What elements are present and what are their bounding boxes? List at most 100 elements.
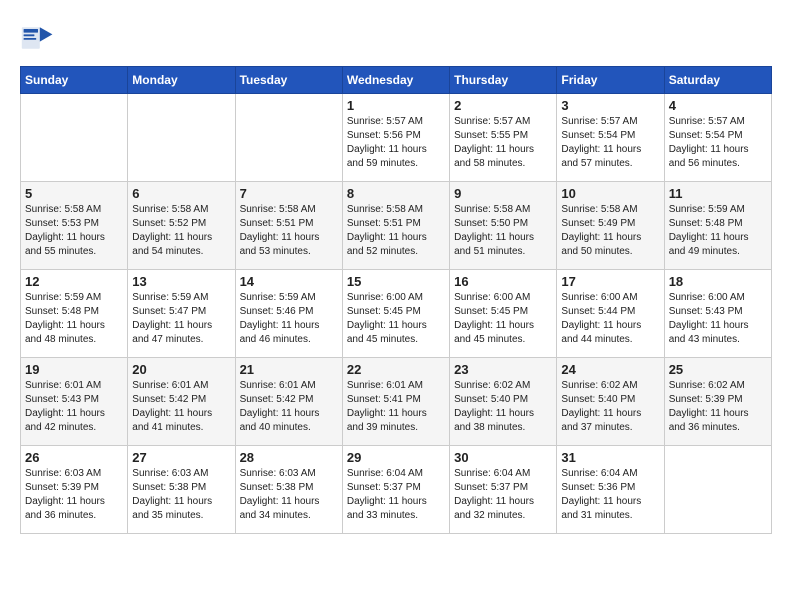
weekday-header-friday: Friday: [557, 67, 664, 94]
calendar-cell: 5 Sunrise: 5:58 AM Sunset: 5:53 PM Daylig…: [21, 182, 128, 270]
day-info: Sunrise: 5:58 AM Sunset: 5:53 PM Dayligh…: [25, 203, 123, 259]
day-number: 6: [132, 186, 230, 201]
day-info: Sunrise: 5:57 AM Sunset: 5:54 PM Dayligh…: [669, 115, 767, 171]
day-info: Sunrise: 5:58 AM Sunset: 5:49 PM Dayligh…: [561, 203, 659, 259]
day-info: Sunrise: 6:02 AM Sunset: 5:40 PM Dayligh…: [454, 379, 552, 435]
calendar-cell: 7 Sunrise: 5:58 AM Sunset: 5:51 PM Daylig…: [235, 182, 342, 270]
calendar-cell: 30 Sunrise: 6:04 AM Sunset: 5:37 PM Dayli…: [450, 446, 557, 534]
calendar-cell: [21, 94, 128, 182]
calendar-cell: 12 Sunrise: 5:59 AM Sunset: 5:48 PM Dayli…: [21, 270, 128, 358]
day-number: 21: [240, 362, 338, 377]
day-info: Sunrise: 6:01 AM Sunset: 5:41 PM Dayligh…: [347, 379, 445, 435]
calendar-cell: 31 Sunrise: 6:04 AM Sunset: 5:36 PM Dayli…: [557, 446, 664, 534]
calendar-week-row: 26 Sunrise: 6:03 AM Sunset: 5:39 PM Dayli…: [21, 446, 772, 534]
day-number: 28: [240, 450, 338, 465]
calendar-cell: 3 Sunrise: 5:57 AM Sunset: 5:54 PM Daylig…: [557, 94, 664, 182]
day-info: Sunrise: 5:58 AM Sunset: 5:51 PM Dayligh…: [347, 203, 445, 259]
day-info: Sunrise: 6:00 AM Sunset: 5:45 PM Dayligh…: [347, 291, 445, 347]
logo: [20, 20, 60, 56]
day-info: Sunrise: 5:57 AM Sunset: 5:54 PM Dayligh…: [561, 115, 659, 171]
day-info: Sunrise: 5:59 AM Sunset: 5:46 PM Dayligh…: [240, 291, 338, 347]
calendar-cell: 25 Sunrise: 6:02 AM Sunset: 5:39 PM Dayli…: [664, 358, 771, 446]
day-number: 15: [347, 274, 445, 289]
calendar-cell: 21 Sunrise: 6:01 AM Sunset: 5:42 PM Dayli…: [235, 358, 342, 446]
calendar-cell: [235, 94, 342, 182]
day-info: Sunrise: 5:57 AM Sunset: 5:55 PM Dayligh…: [454, 115, 552, 171]
day-info: Sunrise: 5:58 AM Sunset: 5:51 PM Dayligh…: [240, 203, 338, 259]
calendar-cell: 26 Sunrise: 6:03 AM Sunset: 5:39 PM Dayli…: [21, 446, 128, 534]
weekday-header-thursday: Thursday: [450, 67, 557, 94]
calendar-header-row: SundayMondayTuesdayWednesdayThursdayFrid…: [21, 67, 772, 94]
calendar-cell: 16Sunrise: 6:00 AM Sunset: 5:45 PM Dayli…: [450, 270, 557, 358]
day-number: 8: [347, 186, 445, 201]
day-number: 5: [25, 186, 123, 201]
day-number: 11: [669, 186, 767, 201]
calendar-cell: 13Sunrise: 5:59 AM Sunset: 5:47 PM Dayli…: [128, 270, 235, 358]
day-info: Sunrise: 5:59 AM Sunset: 5:47 PM Dayligh…: [132, 291, 230, 347]
page-header: [20, 20, 772, 56]
day-info: Sunrise: 5:58 AM Sunset: 5:50 PM Dayligh…: [454, 203, 552, 259]
calendar-cell: 29 Sunrise: 6:04 AM Sunset: 5:37 PM Dayli…: [342, 446, 449, 534]
weekday-header-sunday: Sunday: [21, 67, 128, 94]
day-info: Sunrise: 5:58 AM Sunset: 5:52 PM Dayligh…: [132, 203, 230, 259]
weekday-header-wednesday: Wednesday: [342, 67, 449, 94]
calendar-cell: 9 Sunrise: 5:58 AM Sunset: 5:50 PM Daylig…: [450, 182, 557, 270]
calendar-cell: 28 Sunrise: 6:03 AM Sunset: 5:38 PM Dayli…: [235, 446, 342, 534]
calendar-week-row: 1Sunrise: 5:57 AM Sunset: 5:56 PM Daylig…: [21, 94, 772, 182]
day-info: Sunrise: 6:02 AM Sunset: 5:39 PM Dayligh…: [669, 379, 767, 435]
calendar-cell: 8 Sunrise: 5:58 AM Sunset: 5:51 PM Daylig…: [342, 182, 449, 270]
logo-icon: [20, 20, 56, 56]
day-number: 10: [561, 186, 659, 201]
day-number: 18: [669, 274, 767, 289]
day-number: 31: [561, 450, 659, 465]
day-number: 14: [240, 274, 338, 289]
day-number: 19: [25, 362, 123, 377]
day-info: Sunrise: 6:01 AM Sunset: 5:43 PM Dayligh…: [25, 379, 123, 435]
calendar-cell: 2 Sunrise: 5:57 AM Sunset: 5:55 PM Daylig…: [450, 94, 557, 182]
calendar-cell: 24Sunrise: 6:02 AM Sunset: 5:40 PM Dayli…: [557, 358, 664, 446]
day-number: 22: [347, 362, 445, 377]
day-number: 1: [347, 98, 445, 113]
day-info: Sunrise: 6:03 AM Sunset: 5:38 PM Dayligh…: [240, 467, 338, 523]
calendar-cell: 4 Sunrise: 5:57 AM Sunset: 5:54 PM Daylig…: [664, 94, 771, 182]
calendar-cell: 15 Sunrise: 6:00 AM Sunset: 5:45 PM Dayli…: [342, 270, 449, 358]
day-number: 20: [132, 362, 230, 377]
day-info: Sunrise: 6:00 AM Sunset: 5:43 PM Dayligh…: [669, 291, 767, 347]
day-info: Sunrise: 6:00 AM Sunset: 5:44 PM Dayligh…: [561, 291, 659, 347]
day-number: 17: [561, 274, 659, 289]
day-info: Sunrise: 6:01 AM Sunset: 5:42 PM Dayligh…: [132, 379, 230, 435]
calendar-table: SundayMondayTuesdayWednesdayThursdayFrid…: [20, 66, 772, 534]
calendar-week-row: 12 Sunrise: 5:59 AM Sunset: 5:48 PM Dayli…: [21, 270, 772, 358]
calendar-cell: [664, 446, 771, 534]
day-number: 9: [454, 186, 552, 201]
day-number: 12: [25, 274, 123, 289]
day-info: Sunrise: 6:03 AM Sunset: 5:39 PM Dayligh…: [25, 467, 123, 523]
calendar-cell: [128, 94, 235, 182]
day-number: 7: [240, 186, 338, 201]
calendar-cell: 18 Sunrise: 6:00 AM Sunset: 5:43 PM Dayli…: [664, 270, 771, 358]
day-number: 26: [25, 450, 123, 465]
weekday-header-monday: Monday: [128, 67, 235, 94]
day-info: Sunrise: 6:04 AM Sunset: 5:37 PM Dayligh…: [454, 467, 552, 523]
day-info: Sunrise: 6:01 AM Sunset: 5:42 PM Dayligh…: [240, 379, 338, 435]
day-info: Sunrise: 6:02 AM Sunset: 5:40 PM Dayligh…: [561, 379, 659, 435]
calendar-cell: 22 Sunrise: 6:01 AM Sunset: 5:41 PM Dayli…: [342, 358, 449, 446]
day-number: 23: [454, 362, 552, 377]
day-number: 25: [669, 362, 767, 377]
day-number: 3: [561, 98, 659, 113]
day-info: Sunrise: 6:04 AM Sunset: 5:37 PM Dayligh…: [347, 467, 445, 523]
calendar-cell: 17 Sunrise: 6:00 AM Sunset: 5:44 PM Dayli…: [557, 270, 664, 358]
day-number: 4: [669, 98, 767, 113]
weekday-header-saturday: Saturday: [664, 67, 771, 94]
day-number: 2: [454, 98, 552, 113]
calendar-week-row: 19 Sunrise: 6:01 AM Sunset: 5:43 PM Dayli…: [21, 358, 772, 446]
weekday-header-tuesday: Tuesday: [235, 67, 342, 94]
calendar-week-row: 5 Sunrise: 5:58 AM Sunset: 5:53 PM Daylig…: [21, 182, 772, 270]
day-info: Sunrise: 6:04 AM Sunset: 5:36 PM Dayligh…: [561, 467, 659, 523]
day-number: 16: [454, 274, 552, 289]
day-info: Sunrise: 5:59 AM Sunset: 5:48 PM Dayligh…: [25, 291, 123, 347]
calendar-cell: 14 Sunrise: 5:59 AM Sunset: 5:46 PM Dayli…: [235, 270, 342, 358]
calendar-cell: 11Sunrise: 5:59 AM Sunset: 5:48 PM Dayli…: [664, 182, 771, 270]
day-number: 30: [454, 450, 552, 465]
day-number: 29: [347, 450, 445, 465]
